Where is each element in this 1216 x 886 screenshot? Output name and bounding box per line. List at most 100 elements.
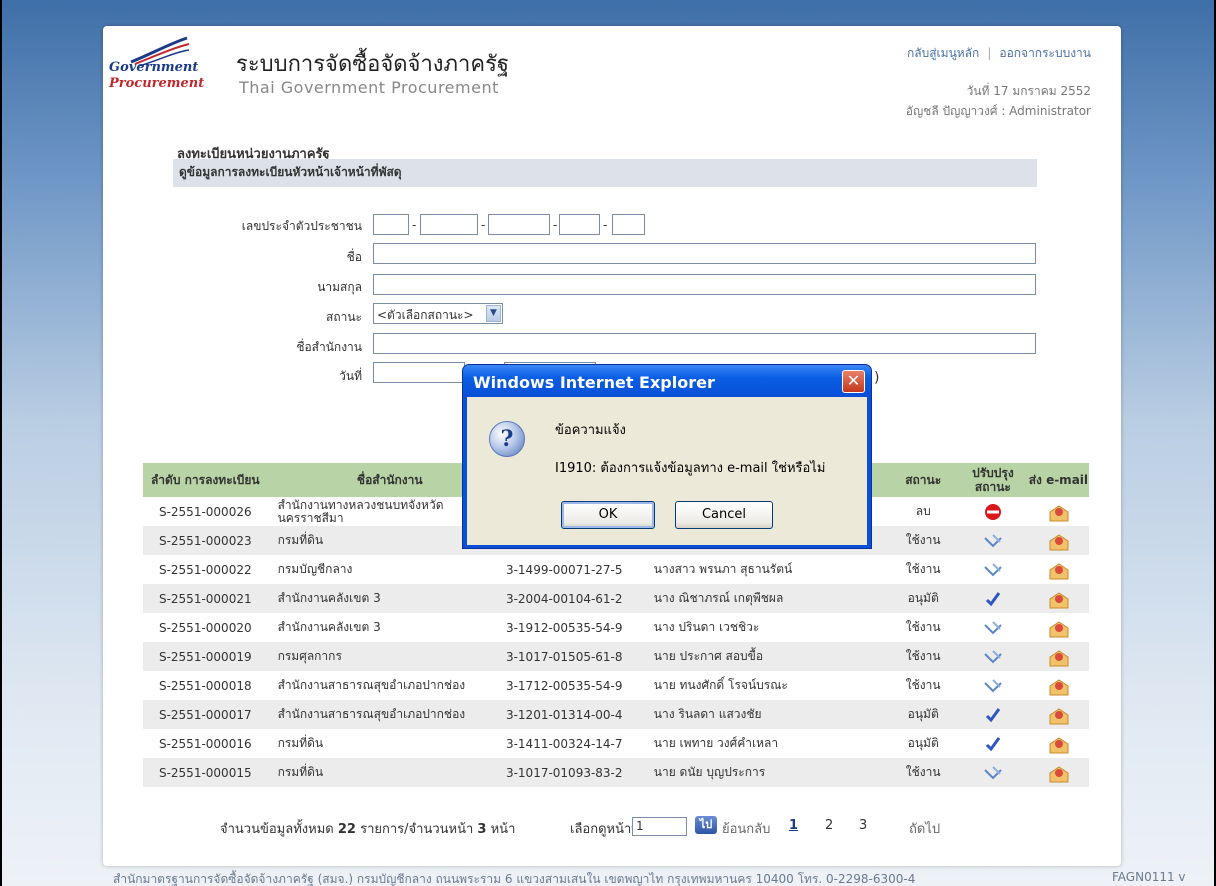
edit-icon[interactable]	[983, 532, 1003, 550]
cell-office: กรมที่ดิน	[267, 758, 502, 787]
ok-button[interactable]: OK	[561, 501, 655, 529]
citizen-id-field-2[interactable]	[420, 214, 478, 235]
cell-name: นาย ประกาศ สอบขื้อ	[649, 642, 889, 671]
citizen-id-field-5[interactable]	[612, 214, 645, 235]
email-icon[interactable]	[1048, 706, 1069, 724]
paging-total: 22	[337, 822, 356, 837]
cell-name: นาง รินลดา แสวงชัย	[649, 700, 889, 729]
cell-office: กรมบัญชีกลาง	[267, 555, 502, 584]
cell-name: นาย ทนงศักดิ์ โรจน์บรณะ	[649, 671, 889, 700]
cell-name: นาย ดนัย บุญประการ	[649, 758, 889, 787]
footer-version: FAGN0111 v 2.4.0	[1112, 870, 1186, 886]
cell-adjust-status	[958, 497, 1028, 526]
cell-registration-id: S-2551-000022	[143, 555, 268, 584]
date-from-input[interactable]	[373, 362, 465, 383]
col-header-id: ลำดับ การลงทะเบียน	[143, 463, 268, 497]
dialog-heading: ข้อความแจ้ง	[555, 423, 626, 438]
cell-citizen-id: 3-1912-00535-54-9	[501, 613, 650, 642]
logout-link[interactable]: ออกจากระบบงาน	[999, 46, 1091, 60]
table-row: S-2551-000022 กรมบัญชีกลาง 3-1499-00071-27…	[143, 555, 1089, 584]
cell-registration-id: S-2551-000017	[143, 700, 268, 729]
citizen-id-field-3[interactable]	[488, 214, 550, 235]
date-label: วันที่	[339, 369, 362, 383]
top-links: กลับสู่เมนูหลัก | ออกจากระบบงาน	[907, 44, 1091, 63]
cell-registration-id: S-2551-000026	[143, 497, 268, 526]
system-title-thai: ระบบการจัดซื้อจัดจ้างภาครัฐ	[236, 52, 510, 77]
email-icon[interactable]	[1048, 764, 1069, 782]
status-label: สถานะ	[326, 310, 362, 324]
office-label: ชื่อสำนักงาน	[296, 340, 362, 354]
close-icon[interactable]: ✕	[842, 370, 865, 393]
edit-icon[interactable]	[983, 677, 1003, 695]
status-select-value: <ตัวเลือกสถานะ>	[377, 308, 474, 322]
page-link-2[interactable]: 2	[825, 818, 833, 833]
citizen-id-dash: -	[603, 218, 608, 232]
cell-office: กรมที่ดิน	[267, 729, 502, 758]
cell-office: สำนักงานคลังเขต 3	[267, 584, 502, 613]
edit-icon[interactable]	[983, 648, 1003, 666]
dialog-title: Windows Internet Explorer	[463, 365, 871, 397]
edit-icon[interactable]	[983, 764, 1003, 782]
delete-icon[interactable]	[983, 503, 1003, 521]
edit-icon[interactable]	[983, 561, 1003, 579]
citizen-id-dash: -	[412, 218, 417, 232]
cell-send-email	[1027, 729, 1089, 758]
cell-citizen-id: 3-1712-00535-54-9	[501, 671, 650, 700]
logo-text-procurement: Procurement	[109, 76, 205, 91]
dialog-message: I1910: ต้องการแจ้งข้อมูลทาง e-mail ใช่หร…	[555, 461, 826, 476]
cell-citizen-id: 3-1201-01314-00-4	[501, 700, 650, 729]
cell-adjust-status	[958, 700, 1028, 729]
cell-registration-id: S-2551-000021	[143, 584, 268, 613]
email-icon[interactable]	[1048, 532, 1069, 550]
check-icon[interactable]	[983, 735, 1003, 753]
table-row: S-2551-000019 กรมศุลกากร 3-1017-01505-61-8…	[143, 642, 1089, 671]
back-link[interactable]: ย้อนกลับ	[722, 818, 770, 839]
email-icon[interactable]	[1048, 677, 1069, 695]
col-header-adjust-status: ปรับปรุง สถานะ	[958, 463, 1028, 497]
cell-adjust-status	[958, 642, 1028, 671]
name-input[interactable]	[373, 243, 1036, 264]
paging-suffix: หน้า	[490, 822, 516, 837]
cell-adjust-status	[958, 526, 1028, 555]
chevron-down-icon: ▼	[486, 305, 501, 322]
citizen-id-field-1[interactable]	[373, 214, 409, 235]
cell-send-email	[1027, 642, 1089, 671]
current-user: อัญชลี ปัญญาวงศ์ : Administrator	[905, 104, 1091, 118]
table-row: S-2551-000016 กรมที่ดิน 3-1411-00324-14-7 น…	[143, 729, 1089, 758]
cell-status: อนุมัติ	[888, 584, 959, 613]
citizen-id-field-4[interactable]	[559, 214, 600, 235]
edit-icon[interactable]	[983, 619, 1003, 637]
section-title: ดูข้อมูลการลงทะเบียนหัวหน้าเจ้าหน้าที่พั…	[173, 159, 1037, 187]
citizen-id-dash: -	[553, 218, 558, 232]
cell-name: นาง ปรินดา เวชชิวะ	[649, 613, 889, 642]
email-icon[interactable]	[1048, 648, 1069, 666]
cell-send-email	[1027, 758, 1089, 787]
status-select[interactable]: <ตัวเลือกสถานะ> ▼	[373, 303, 503, 324]
cell-citizen-id: 3-1017-01505-61-8	[501, 642, 650, 671]
cell-office: สำนักงานสาธารณสุขอำเภอปากช่อง	[267, 671, 502, 700]
email-icon[interactable]	[1048, 590, 1069, 608]
page-link-1[interactable]: 1	[789, 818, 798, 833]
table-row: S-2551-000020 สำนักงานคลังเขต 3 3-1912-005…	[143, 613, 1089, 642]
email-icon[interactable]	[1048, 561, 1069, 579]
cell-registration-id: S-2551-000018	[143, 671, 268, 700]
page-link-3[interactable]: 3	[859, 818, 867, 833]
next-link[interactable]: ถัดไป	[909, 818, 940, 839]
name-label: ชื่อ	[346, 250, 362, 264]
check-icon[interactable]	[983, 590, 1003, 608]
email-icon[interactable]	[1048, 735, 1069, 753]
cancel-button[interactable]: Cancel	[675, 501, 773, 529]
email-icon[interactable]	[1048, 503, 1069, 521]
check-icon[interactable]	[983, 706, 1003, 724]
go-button[interactable]: ไป	[695, 816, 717, 834]
surname-input[interactable]	[373, 274, 1036, 295]
cell-adjust-status	[958, 758, 1028, 787]
office-input[interactable]	[373, 333, 1036, 354]
table-row: S-2551-000015 กรมที่ดิน 3-1017-01093-83-2 น…	[143, 758, 1089, 787]
home-menu-link[interactable]: กลับสู่เมนูหลัก	[907, 46, 979, 60]
email-icon[interactable]	[1048, 619, 1069, 637]
cell-name: นางสาว พรนภา สุธานรัตน์	[649, 555, 889, 584]
cell-registration-id: S-2551-000016	[143, 729, 268, 758]
cell-status: ใช้งาน	[888, 671, 959, 700]
page-number-input[interactable]: 1	[632, 817, 687, 836]
